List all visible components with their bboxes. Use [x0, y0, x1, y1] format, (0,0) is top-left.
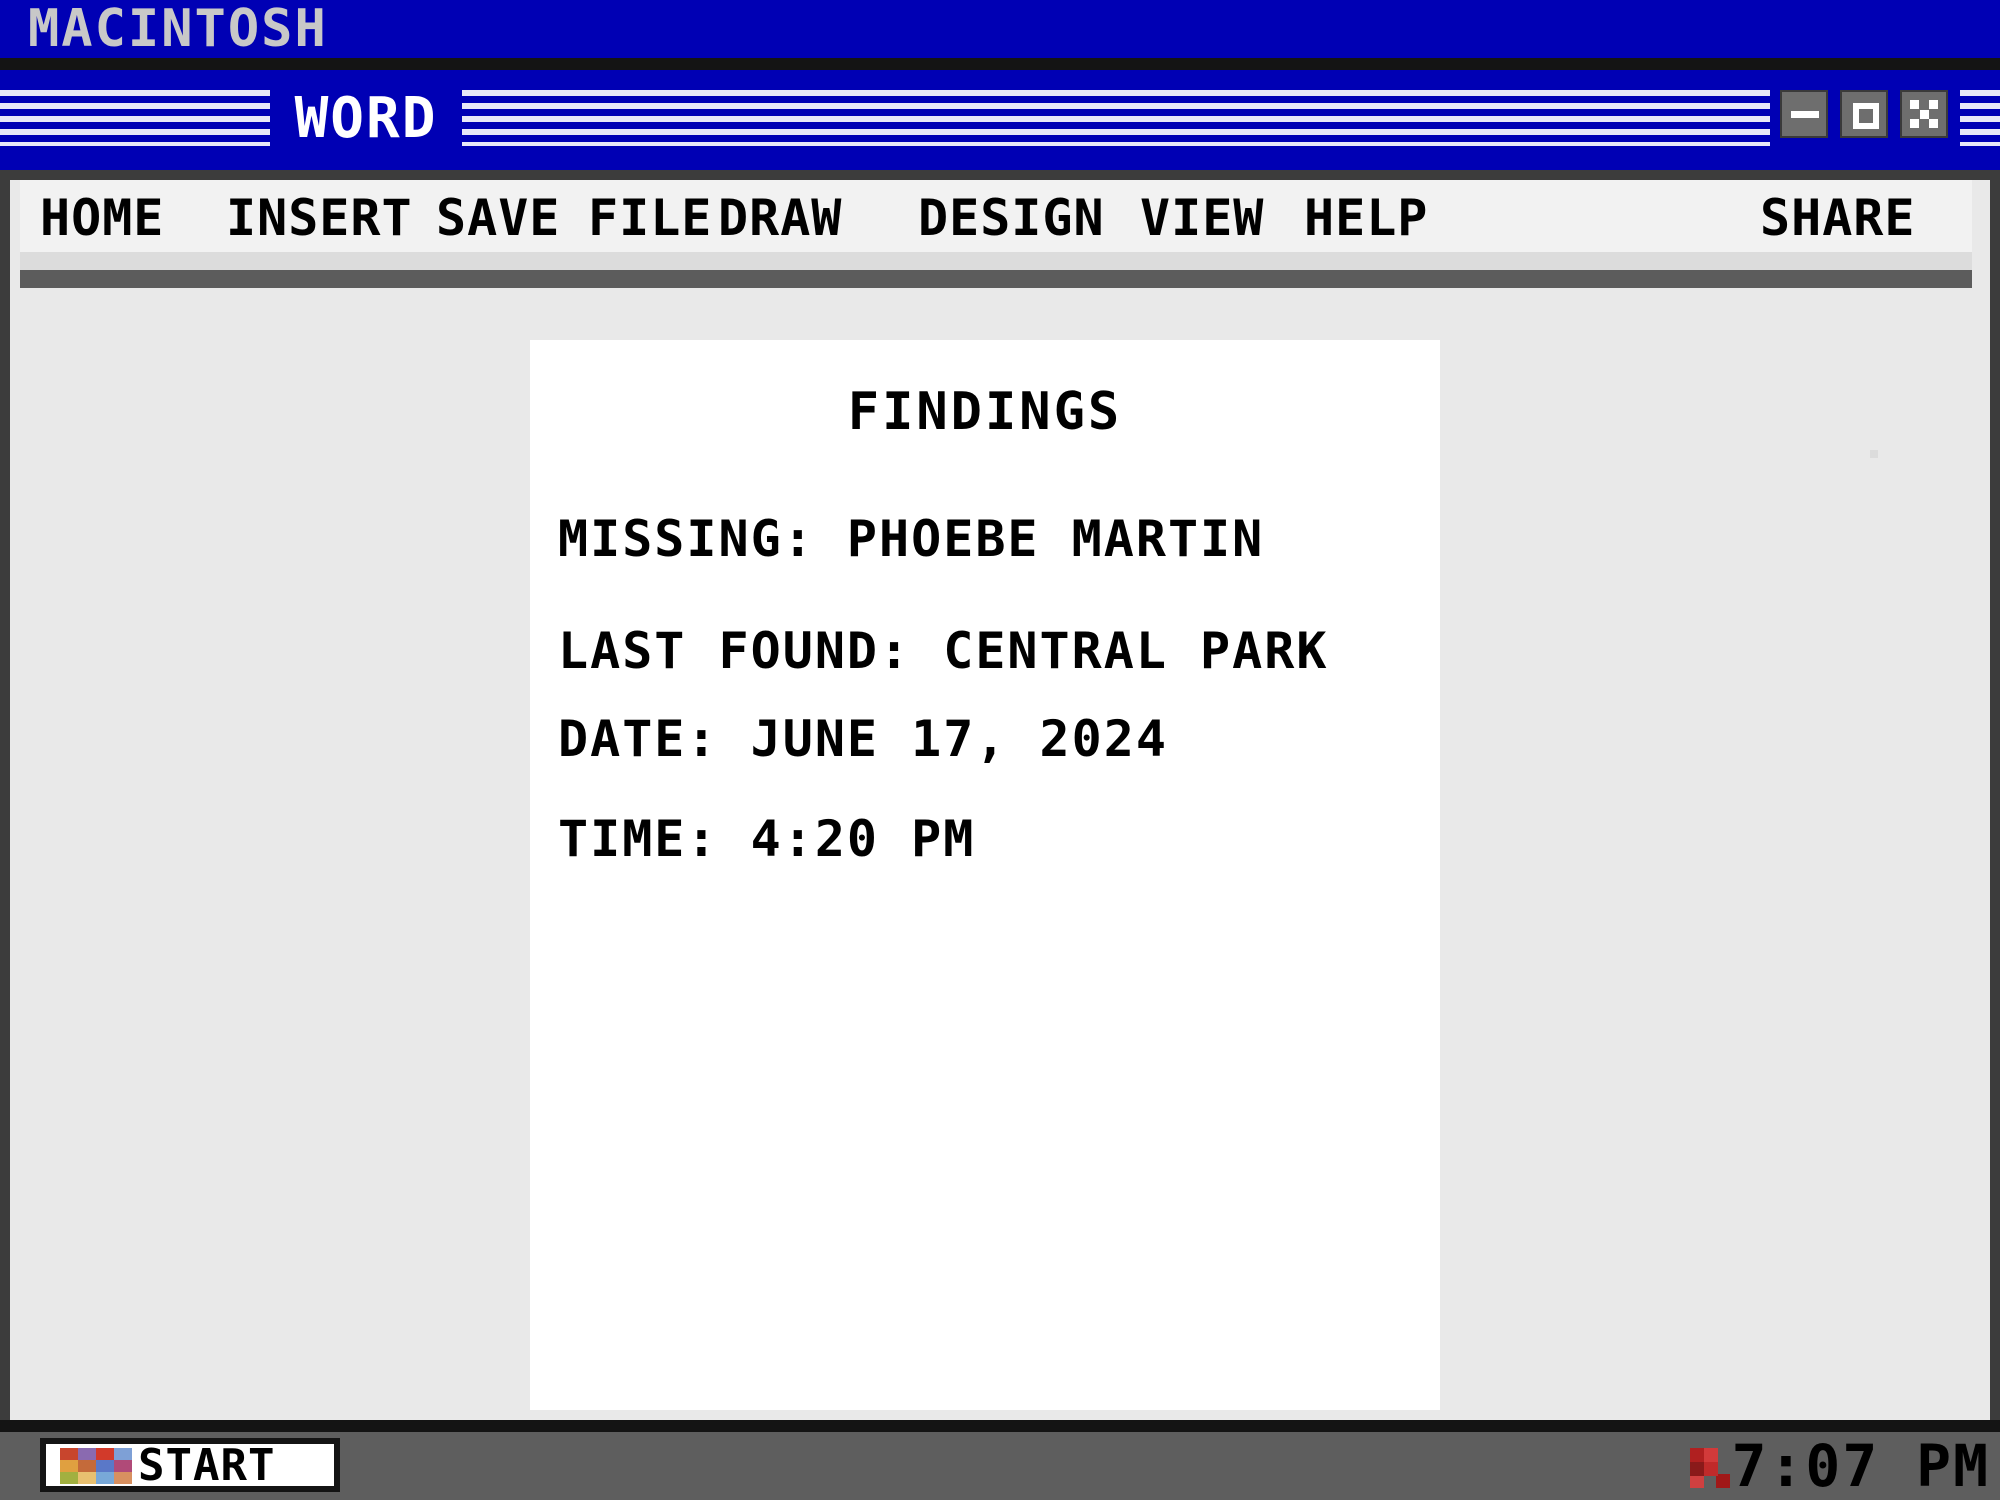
- taskbar-border: [0, 1420, 2000, 1432]
- title-stripes-middle: [462, 90, 1770, 146]
- start-logo-icon: [60, 1448, 132, 1484]
- menu-item-design[interactable]: DESIGN: [918, 190, 1105, 246]
- document-line-time: TIME: 4:20 PM: [558, 810, 976, 868]
- close-button[interactable]: [1900, 90, 1948, 138]
- stray-dot: [1870, 450, 1878, 458]
- os-title: MACINTOSH: [28, 0, 328, 59]
- menu-item-help[interactable]: HELP: [1304, 190, 1428, 246]
- menu-item-home[interactable]: HOME: [40, 190, 164, 246]
- document-line-date: DATE: JUNE 17, 2024: [558, 710, 1168, 768]
- menu-item-insert[interactable]: INSERT: [226, 190, 413, 246]
- title-stripes-right: [1960, 90, 2000, 146]
- os-menu-bar: MACINTOSH: [0, 0, 2000, 58]
- tray-icon[interactable]: [1690, 1448, 1730, 1488]
- start-button[interactable]: START: [40, 1438, 340, 1492]
- share-button[interactable]: SHARE: [1760, 190, 1916, 246]
- document-line-last-found: LAST FOUND: CENTRAL PARK: [558, 622, 1329, 680]
- os-divider: [0, 58, 2000, 70]
- minimize-button[interactable]: [1780, 90, 1828, 138]
- window-title-bar[interactable]: WORD: [0, 70, 2000, 170]
- menu-item-save[interactable]: SAVE: [436, 190, 560, 246]
- window-title: WORD: [276, 88, 456, 150]
- menu-item-view[interactable]: VIEW: [1140, 190, 1264, 246]
- close-icon: [1910, 100, 1938, 128]
- menu-item-draw[interactable]: DRAW: [718, 190, 842, 246]
- ribbon-bar: [20, 270, 1972, 288]
- document-title: FINDINGS: [847, 382, 1123, 442]
- menu-item-file[interactable]: FILE: [588, 190, 712, 246]
- maximize-button[interactable]: [1840, 90, 1888, 138]
- title-stripes-left: [0, 90, 270, 146]
- window-frame-top: [0, 170, 2000, 180]
- ribbon-strip: [20, 252, 1972, 270]
- start-label: START: [138, 1440, 276, 1491]
- maximize-icon: [1853, 103, 1879, 129]
- document-page[interactable]: FINDINGS MISSING: PHOEBE MARTIN LAST FOU…: [530, 340, 1440, 1410]
- taskbar: START 7:07 PM: [0, 1432, 2000, 1500]
- minimize-icon: [1791, 111, 1819, 118]
- document-line-missing: MISSING: PHOEBE MARTIN: [558, 510, 1265, 568]
- menu-bar: HOME INSERT SAVE FILE DRAW DESIGN VIEW H…: [20, 180, 1972, 252]
- taskbar-clock: 7:07 PM: [1731, 1432, 1990, 1500]
